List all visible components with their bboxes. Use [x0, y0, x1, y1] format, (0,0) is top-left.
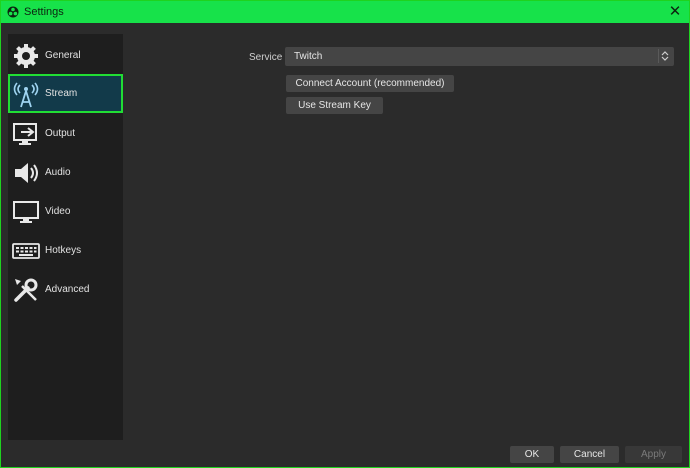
- sidebar-item-advanced[interactable]: Advanced: [8, 270, 123, 309]
- cancel-button[interactable]: Cancel: [560, 446, 619, 463]
- sidebar-item-stream[interactable]: Stream: [8, 74, 123, 113]
- apply-button[interactable]: Apply: [625, 446, 682, 463]
- sidebar-item-label: General: [45, 50, 81, 61]
- title-bar: Settings ✕: [1, 1, 689, 23]
- window-title: Settings: [24, 6, 64, 18]
- broadcast-antenna-icon: [13, 82, 39, 108]
- sidebar-item-label: Hotkeys: [45, 245, 82, 256]
- sidebar-item-general[interactable]: General: [8, 36, 123, 75]
- service-value: Twitch: [294, 51, 323, 62]
- sidebar-item-video[interactable]: Video: [8, 192, 123, 231]
- sidebar-item-audio[interactable]: Audio: [8, 153, 123, 192]
- monitor-icon: [13, 201, 39, 223]
- select-arrows-icon: [658, 49, 669, 63]
- obs-logo-icon: [7, 6, 19, 18]
- use-stream-key-button[interactable]: Use Stream Key: [286, 97, 383, 114]
- service-select[interactable]: Twitch: [285, 47, 674, 66]
- speaker-icon: [15, 163, 38, 183]
- tools-icon: [14, 278, 38, 302]
- sidebar-item-label: Video: [45, 206, 71, 217]
- settings-sidebar: General Stream Output Audio Video Hotkey…: [8, 34, 123, 440]
- service-label: Service: [249, 52, 283, 63]
- output-monitor-icon: [13, 123, 37, 145]
- sidebar-item-label: Advanced: [45, 284, 90, 295]
- settings-window: Settings ✕ General Stream Output Audio V…: [0, 0, 690, 468]
- sidebar-item-label: Stream: [45, 88, 78, 99]
- sidebar-item-output[interactable]: Output: [8, 114, 123, 153]
- close-button[interactable]: ✕: [667, 3, 683, 21]
- keyboard-icon: [12, 243, 40, 259]
- close-icon: ✕: [668, 3, 682, 20]
- sidebar-item-hotkeys[interactable]: Hotkeys: [8, 231, 123, 270]
- gear-icon: [14, 44, 38, 68]
- sidebar-item-label: Output: [45, 128, 76, 139]
- connect-account-button[interactable]: Connect Account (recommended): [286, 75, 454, 92]
- ok-button[interactable]: OK: [510, 446, 554, 463]
- sidebar-item-label: Audio: [45, 167, 71, 178]
